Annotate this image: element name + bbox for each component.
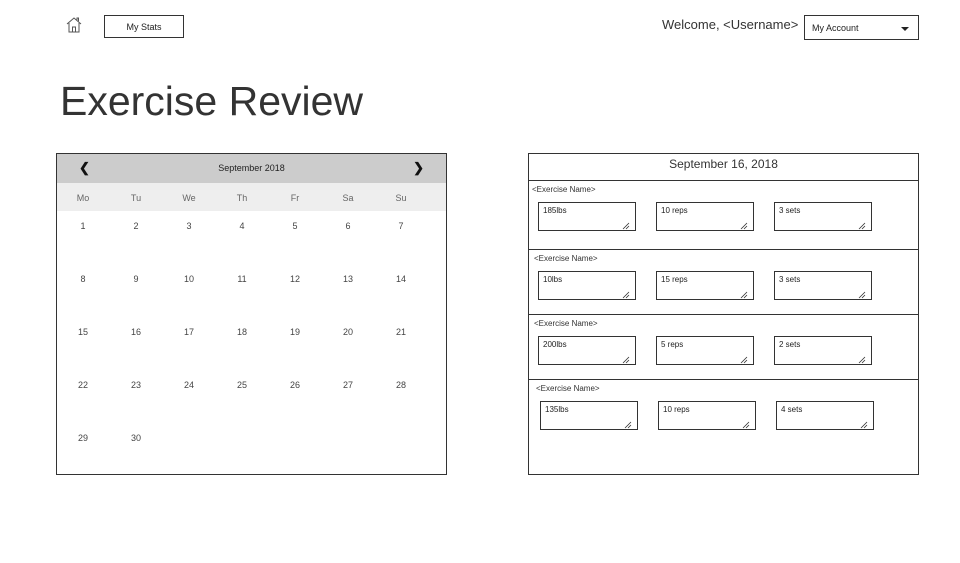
resize-handle-icon[interactable] xyxy=(857,351,866,364)
exercise-sets-field[interactable]: 3 sets xyxy=(774,271,872,300)
calendar-day[interactable]: 6 xyxy=(328,221,368,231)
chevron-right-icon[interactable]: ❯ xyxy=(413,160,424,176)
exercise-reps-field[interactable]: 15 reps xyxy=(656,271,754,300)
weekday-label: We xyxy=(182,193,196,203)
exercise-sets-value: 2 sets xyxy=(779,340,801,349)
calendar-day[interactable]: 9 xyxy=(116,274,156,284)
section-divider xyxy=(529,249,918,250)
home-icon[interactable] xyxy=(64,15,84,35)
resize-handle-icon[interactable] xyxy=(739,351,748,364)
calendar-day[interactable]: 25 xyxy=(222,380,262,390)
exercise-sets-value: 3 sets xyxy=(779,275,801,284)
exercise-name: <Exercise Name> xyxy=(536,384,600,393)
exercise-name: <Exercise Name> xyxy=(532,185,596,194)
calendar-day[interactable]: 11 xyxy=(222,274,262,284)
calendar-day[interactable]: 19 xyxy=(275,327,315,337)
weekday-label: Tu xyxy=(130,193,142,203)
weekday-label: Th xyxy=(236,193,248,203)
exercise-reps-value: 10 reps xyxy=(663,405,690,414)
resize-handle-icon[interactable] xyxy=(857,286,866,299)
calendar-month-label: September 2018 xyxy=(218,163,285,173)
exercise-weight-value: 200lbs xyxy=(543,340,567,349)
exercise-sets-value: 4 sets xyxy=(781,405,803,414)
calendar-day[interactable]: 26 xyxy=(275,380,315,390)
calendar-day[interactable]: 8 xyxy=(63,274,103,284)
exercise-reps-field[interactable]: 10 reps xyxy=(658,401,756,430)
exercise-name: <Exercise Name> xyxy=(534,254,598,263)
calendar-day[interactable]: 5 xyxy=(275,221,315,231)
calendar-day[interactable]: 7 xyxy=(381,221,421,231)
weekday-label: Mo xyxy=(76,193,90,203)
exercise-log-panel: September 16, 2018 <Exercise Name> 185lbs… xyxy=(528,153,919,475)
calendar-header: ❮ September 2018 ❯ xyxy=(57,154,446,183)
calendar-day[interactable]: 16 xyxy=(116,327,156,337)
calendar-day[interactable]: 21 xyxy=(381,327,421,337)
exercise-sets-field[interactable]: 2 sets xyxy=(774,336,872,365)
calendar-day[interactable]: 29 xyxy=(63,433,103,443)
calendar-day[interactable]: 28 xyxy=(381,380,421,390)
calendar-day[interactable]: 27 xyxy=(328,380,368,390)
my-account-label: My Account xyxy=(812,22,859,33)
calendar-day[interactable]: 12 xyxy=(275,274,315,284)
exercise-name: <Exercise Name> xyxy=(534,319,598,328)
weekday-label: Sa xyxy=(342,193,354,203)
exercise-sets-field[interactable]: 3 sets xyxy=(774,202,872,231)
calendar-day[interactable]: 14 xyxy=(381,274,421,284)
resize-handle-icon[interactable] xyxy=(621,217,630,230)
calendar-day[interactable]: 2 xyxy=(116,221,156,231)
calendar-day[interactable]: 1 xyxy=(63,221,103,231)
exercise-weight-field[interactable]: 185lbs xyxy=(538,202,636,231)
page-title: Exercise Review xyxy=(60,78,364,124)
weekday-label: Su xyxy=(395,193,407,203)
exercise-weight-field[interactable]: 135lbs xyxy=(540,401,638,430)
exercise-weight-field[interactable]: 10lbs xyxy=(538,271,636,300)
exercise-reps-field[interactable]: 10 reps xyxy=(656,202,754,231)
calendar-day[interactable]: 10 xyxy=(169,274,209,284)
resize-handle-icon[interactable] xyxy=(741,416,750,429)
calendar-day[interactable]: 17 xyxy=(169,327,209,337)
section-divider xyxy=(529,379,918,380)
resize-handle-icon[interactable] xyxy=(621,351,630,364)
exercise-sets-value: 3 sets xyxy=(779,206,801,215)
section-divider xyxy=(529,314,918,315)
exercise-sets-field[interactable]: 4 sets xyxy=(776,401,874,430)
my-account-dropdown[interactable]: My Account xyxy=(804,15,919,40)
calendar: ❮ September 2018 ❯ Mo Tu We Th Fr Sa Su 123456… xyxy=(56,153,447,475)
exercise-reps-value: 5 reps xyxy=(661,340,684,349)
resize-handle-icon[interactable] xyxy=(857,217,866,230)
calendar-day[interactable]: 3 xyxy=(169,221,209,231)
weekday-label: Fr xyxy=(290,193,300,203)
log-date: September 16, 2018 xyxy=(529,154,918,181)
calendar-day[interactable]: 13 xyxy=(328,274,368,284)
my-stats-button[interactable]: My Stats xyxy=(104,15,184,38)
exercise-weight-field[interactable]: 200lbs xyxy=(538,336,636,365)
calendar-day[interactable]: 4 xyxy=(222,221,262,231)
resize-handle-icon[interactable] xyxy=(739,217,748,230)
weekday-header: Mo Tu We Th Fr Sa Su xyxy=(57,183,446,211)
welcome-text: Welcome, <Username> xyxy=(662,17,799,32)
resize-handle-icon[interactable] xyxy=(859,416,868,429)
calendar-day[interactable]: 15 xyxy=(63,327,103,337)
calendar-day[interactable]: 20 xyxy=(328,327,368,337)
calendar-day[interactable]: 22 xyxy=(63,380,103,390)
exercise-weight-value: 135lbs xyxy=(545,405,569,414)
resize-handle-icon[interactable] xyxy=(739,286,748,299)
exercise-weight-value: 185lbs xyxy=(543,206,567,215)
exercise-reps-field[interactable]: 5 reps xyxy=(656,336,754,365)
calendar-day[interactable]: 23 xyxy=(116,380,156,390)
resize-handle-icon[interactable] xyxy=(621,286,630,299)
chevron-down-icon xyxy=(901,27,909,31)
calendar-day[interactable]: 24 xyxy=(169,380,209,390)
calendar-day[interactable]: 18 xyxy=(222,327,262,337)
calendar-day[interactable]: 30 xyxy=(116,433,156,443)
exercise-reps-value: 15 reps xyxy=(661,275,688,284)
exercise-reps-value: 10 reps xyxy=(661,206,688,215)
resize-handle-icon[interactable] xyxy=(623,416,632,429)
exercise-weight-value: 10lbs xyxy=(543,275,563,284)
